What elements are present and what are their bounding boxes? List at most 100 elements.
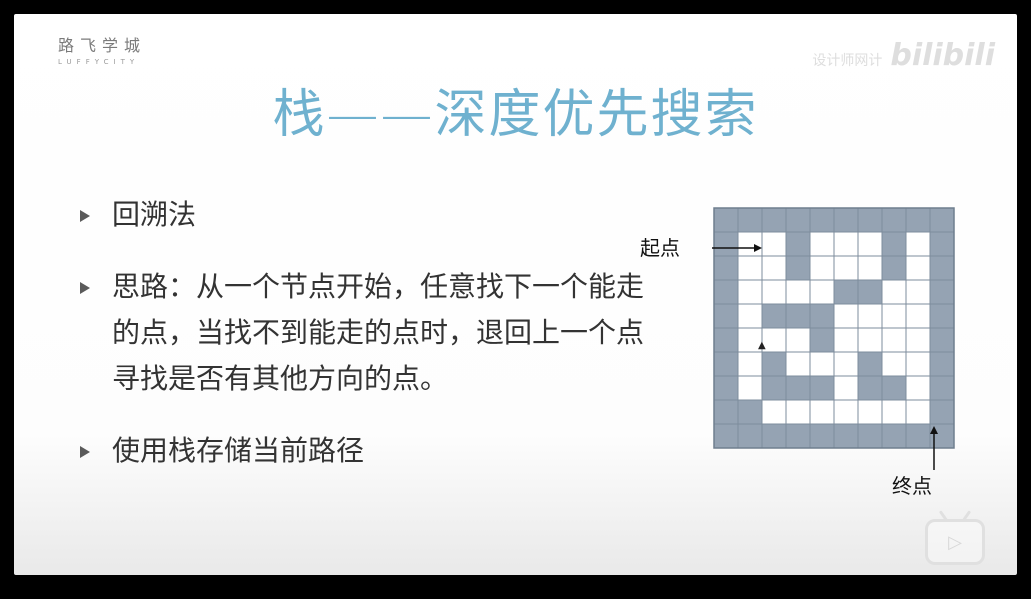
maze-wall-cell [929,399,955,425]
maze-open-cell [833,351,859,377]
maze-open-cell [881,399,907,425]
maze-open-cell [809,255,835,281]
maze-wall-cell [929,255,955,281]
bilibili-logo: bilibili [890,38,995,73]
maze-wall-cell [929,351,955,377]
maze-wall-cell [833,279,859,305]
maze-wall-cell [881,231,907,257]
maze-wall-cell [737,399,763,425]
maze-wall-cell [905,423,931,449]
maze-wall-cell [881,207,907,233]
maze-wall-cell [809,423,835,449]
maze-open-cell [809,351,835,377]
maze-wall-cell [809,327,835,353]
maze-wall-cell [785,255,811,281]
maze-open-cell [833,255,859,281]
maze-open-cell [809,279,835,305]
maze-open-cell [881,279,907,305]
maze-wall-cell [785,423,811,449]
maze-wall-cell [761,375,787,401]
maze-open-cell [905,303,931,329]
maze-open-cell [905,279,931,305]
maze-wall-cell [929,279,955,305]
maze-wall-cell [857,279,883,305]
maze-wall-cell [713,327,739,353]
watermark-text: 设计师网计 [812,53,883,69]
maze-open-cell [905,351,931,377]
bullet-item: 回溯法 [76,192,676,238]
maze-open-cell [737,255,763,281]
maze-wall-cell [929,231,955,257]
maze-wall-cell [929,207,955,233]
maze-wall-cell [713,423,739,449]
maze-open-cell [785,399,811,425]
maze-wall-cell [713,303,739,329]
maze-wall-cell [785,375,811,401]
bullet-triangle-icon [80,446,90,458]
maze-open-cell [905,255,931,281]
maze-wall-cell [713,375,739,401]
mouse-cursor-icon: ▲ [758,340,766,351]
maze-wall-cell [761,207,787,233]
maze-open-cell [857,255,883,281]
maze-open-cell [785,327,811,353]
maze-open-cell [881,327,907,353]
maze-open-cell [857,231,883,257]
maze-wall-cell [857,351,883,377]
maze-open-cell [857,303,883,329]
maze-wall-cell [809,303,835,329]
maze-wall-cell [761,423,787,449]
bullet-text: 使用栈存储当前路径 [112,434,365,467]
maze-wall-cell [809,207,835,233]
maze-open-cell [881,351,907,377]
maze-open-cell [809,231,835,257]
maze-wall-cell [881,255,907,281]
logo-cn-text: 路飞学城 [58,36,147,55]
maze-open-cell [737,351,763,377]
maze-wall-cell [713,207,739,233]
maze-open-cell [761,279,787,305]
maze-open-cell [833,303,859,329]
maze-wall-cell [929,303,955,329]
maze-wall-cell [833,423,859,449]
maze-open-cell [857,327,883,353]
maze-wall-cell [857,375,883,401]
maze-wall-cell [905,207,931,233]
maze-wall-cell [857,423,883,449]
maze-wall-cell [881,375,907,401]
play-icon[interactable]: ▷ [925,519,985,565]
maze-open-cell [833,327,859,353]
bullet-triangle-icon [80,282,90,294]
bullet-item: 使用栈存储当前路径 [76,428,676,474]
bullet-text: 思路：从一个节点开始，任意找下一个能走的点，当找不到能走的点时，退回上一个点寻找… [112,270,645,395]
bilibili-watermark: 设计师网计 bilibili [812,38,995,73]
maze-open-cell [857,399,883,425]
maze-open-cell [761,399,787,425]
maze-open-cell [785,351,811,377]
maze-wall-cell [857,207,883,233]
maze-open-cell [785,279,811,305]
maze-wall-cell [713,279,739,305]
maze-wall-cell [713,351,739,377]
maze-wall-cell [929,327,955,353]
maze-wall-cell [809,375,835,401]
maze-wall-cell [761,351,787,377]
maze-open-cell [905,399,931,425]
maze-wall-cell [713,255,739,281]
maze-wall-cell [713,399,739,425]
bullet-text: 回溯法 [112,198,197,231]
maze-open-cell [809,399,835,425]
maze-grid [712,207,955,470]
maze-wall-cell [785,303,811,329]
maze-open-cell [905,327,931,353]
maze-open-cell [737,279,763,305]
maze-open-cell [833,375,859,401]
logo-en-text: LUFFYCITY [58,58,140,66]
bullet-triangle-icon [80,210,90,222]
maze-open-cell [905,231,931,257]
slide: 路飞学城 LUFFYCITY 设计师网计 bilibili 栈——深度优先搜索 … [14,14,1017,575]
maze-open-cell [833,231,859,257]
maze-wall-cell [737,423,763,449]
maze-wall-cell [785,231,811,257]
maze-wall-cell [737,207,763,233]
